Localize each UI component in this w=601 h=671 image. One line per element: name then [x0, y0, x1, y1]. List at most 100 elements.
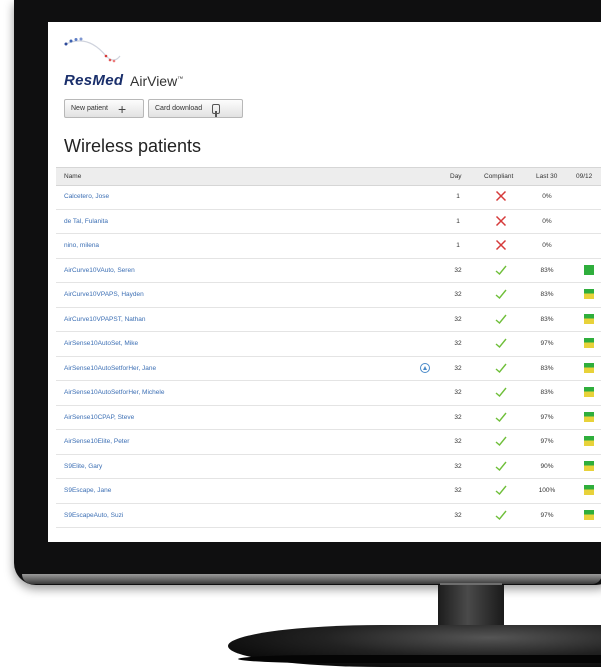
usage-status-indicator[interactable] [584, 362, 594, 373]
usage-day: 32 [454, 511, 462, 519]
table-row[interactable]: AirSense10Elite, Peter 32 97% [56, 430, 601, 455]
checkmark-icon [495, 387, 507, 397]
column-header-last-30[interactable]: Last 30 [536, 173, 557, 180]
usage-day: 32 [454, 438, 462, 445]
column-header-day[interactable]: Day [450, 173, 462, 180]
patient-name-link[interactable]: S9Escape, Jane [64, 487, 111, 494]
usage-day: 32 [454, 462, 462, 470]
table-row[interactable]: de Tal, Fulanita 1 0% [56, 210, 601, 234]
table-row[interactable]: AirSense10AutoSetforHer, Jane 32 83% [56, 357, 601, 381]
patient-name-link[interactable]: S9Elite, Gary [64, 463, 102, 470]
patient-name-link[interactable]: Calcetero, Jose [64, 193, 109, 200]
x-icon [495, 190, 507, 202]
table-row[interactable]: S9EscapeAuto, Suzi 32 97% [56, 504, 601, 528]
checkmark-icon [495, 265, 507, 275]
x-icon [495, 215, 507, 226]
patient-name-link[interactable]: AirSense10AutoSetforHer, Jane [64, 365, 156, 372]
monitor-bezel-edge [22, 574, 601, 584]
usage-day: 32 [454, 487, 462, 494]
checkmark-icon [495, 436, 507, 446]
usage-status-indicator[interactable] [584, 411, 594, 422]
table-row[interactable]: AirCurve10VPAPST, Nathan 32 83% [56, 308, 601, 332]
patient-name-link[interactable]: AirSense10AutoSet, Mike [64, 340, 138, 347]
table-row[interactable]: AirSense10AutoSet, Mike 32 97% [56, 332, 601, 357]
new-patient-label: New patient [71, 105, 108, 112]
checkmark-icon [495, 461, 507, 471]
plus-icon: + [117, 100, 127, 117]
usage-day: 32 [454, 389, 462, 396]
usage-status-indicator[interactable] [584, 485, 594, 495]
patient-name-link[interactable]: AirSense10AutoSetforHer, Michele [64, 389, 164, 396]
product-name: AirView™ [130, 73, 184, 89]
table-header: Name Day Compliant Last 30 09/12 [56, 167, 601, 186]
last-30-percent: 83% [540, 266, 554, 274]
checkmark-icon [495, 289, 507, 299]
last-30-percent: 90% [540, 462, 554, 470]
resmed-logo-icon [64, 37, 121, 63]
table-row[interactable]: nino, milena 1 0% [56, 234, 601, 259]
patient-name-link[interactable]: AirCurve10VPAPS, Hayden [64, 291, 144, 298]
last-30-percent: 97% [540, 438, 554, 445]
table-row[interactable]: S9Escape, Jane 32 100% [56, 479, 601, 504]
patient-name-link[interactable]: AirSense10CPAP, Steve [64, 414, 134, 421]
table-row[interactable]: Calcetero, Jose 1 0% [56, 185, 601, 210]
alert-triangle-icon[interactable] [420, 362, 430, 373]
last-30-percent: 83% [540, 315, 554, 323]
usage-day: 1 [456, 242, 460, 249]
table-row[interactable]: AirSense10CPAP, Steve 32 97% [56, 406, 601, 430]
checkmark-icon [495, 412, 507, 422]
monitor-base-rim [238, 655, 601, 663]
card-download-button[interactable]: Card download [148, 99, 243, 118]
last-30-percent: 83% [540, 364, 554, 372]
usage-day: 32 [454, 413, 462, 421]
last-30-percent: 100% [538, 487, 556, 494]
last-30-percent: 97% [540, 340, 554, 347]
patient-name-link[interactable]: nino, milena [64, 242, 99, 249]
x-icon [495, 239, 507, 251]
usage-status-indicator[interactable] [584, 338, 594, 348]
usage-status-indicator[interactable] [584, 387, 594, 397]
usage-day: 32 [454, 291, 462, 298]
patient-name-link[interactable]: de Tal, Fulanita [64, 218, 108, 225]
patient-name-link[interactable]: AirSense10Elite, Peter [64, 438, 129, 445]
checkmark-icon [495, 363, 507, 373]
usage-status-indicator[interactable] [584, 289, 594, 299]
column-header-compliant[interactable]: Compliant [484, 173, 513, 180]
usage-day: 32 [454, 315, 462, 323]
usage-status-indicator[interactable] [584, 460, 594, 471]
page-title: Wireless patients [64, 136, 202, 156]
patient-name-link[interactable]: S9EscapeAuto, Suzi [64, 512, 123, 519]
table-row[interactable]: AirCurve10VPAPS, Hayden 32 83% [56, 283, 601, 308]
patient-table-body: Calcetero, Jose 1 0% de Tal, Fulanita 1 0% nin… [56, 185, 601, 528]
usage-status-indicator[interactable] [584, 313, 594, 324]
column-header-date[interactable]: 09/12 [576, 173, 592, 180]
checkmark-icon [495, 338, 507, 348]
last-30-percent: 0% [542, 242, 552, 249]
usage-status-indicator[interactable] [584, 264, 594, 275]
usage-day: 1 [456, 193, 460, 200]
table-row[interactable]: S9Elite, Gary 32 90% [56, 455, 601, 479]
card-icon [212, 103, 221, 117]
last-30-percent: 0% [542, 193, 552, 200]
usage-day: 32 [454, 266, 462, 274]
patient-name-link[interactable]: AirCurve10VPAPST, Nathan [64, 316, 146, 323]
checkmark-icon [495, 510, 507, 520]
usage-day: 32 [454, 364, 462, 372]
checkmark-icon [495, 485, 507, 495]
app-screen: ResMed AirView™ New patient + Card downl… [48, 22, 601, 542]
last-30-percent: 0% [542, 217, 552, 225]
table-row[interactable]: AirSense10AutoSetforHer, Michele 32 83% [56, 381, 601, 406]
last-30-percent: 97% [540, 511, 554, 519]
patient-name-link[interactable]: AirCurve10VAuto, Seren [64, 267, 135, 274]
new-patient-button[interactable]: New patient + [64, 99, 144, 118]
checkmark-icon [495, 314, 507, 324]
usage-status-indicator[interactable] [584, 436, 594, 446]
table-row[interactable]: AirCurve10VAuto, Seren 32 83% [56, 259, 601, 283]
brand-name: ResMed [64, 72, 124, 89]
last-30-percent: 83% [540, 291, 554, 298]
column-header-name[interactable]: Name [64, 173, 81, 180]
usage-day: 1 [456, 217, 460, 225]
usage-status-indicator[interactable] [584, 509, 594, 520]
last-30-percent: 97% [540, 413, 554, 421]
card-download-label: Card download [155, 105, 203, 112]
